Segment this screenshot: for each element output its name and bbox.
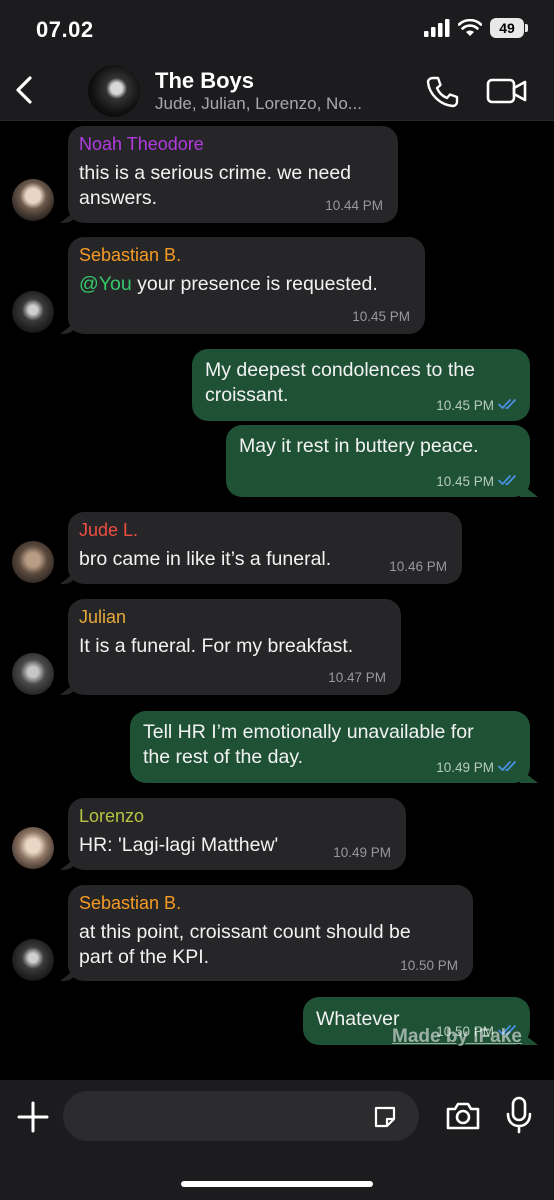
mention[interactable]: @You (79, 273, 132, 295)
sender-name: Noah Theodore (79, 134, 204, 154)
message-bubble[interactable]: May it rest in buttery peace. 10.45 PM (226, 425, 530, 497)
avatar-sebastian[interactable] (12, 939, 54, 981)
message-line: Tell HR I’m emotionally unavailable for (143, 721, 474, 743)
message-time: 10.45 PM (436, 398, 494, 413)
plus-icon[interactable] (16, 1100, 50, 1134)
message-text: It is a funeral. For my breakfast. (79, 634, 353, 659)
message-time: 10.47 PM (328, 670, 386, 685)
message-text: @You your presence is requested. (79, 272, 378, 297)
group-title[interactable]: The Boys (155, 68, 254, 94)
message-time: 10.50 PM (400, 958, 458, 973)
composer-bar (0, 1080, 554, 1200)
message-line: the rest of the day. (143, 746, 304, 768)
message-time: 10.49 PM (436, 760, 494, 775)
message-bubble[interactable]: Tell HR I’m emotionally unavailable for … (130, 711, 530, 783)
message-time: 10.44 PM (325, 198, 383, 213)
group-avatar[interactable] (88, 65, 140, 117)
avatar-julian[interactable] (12, 653, 54, 695)
avatar-noah[interactable] (12, 179, 54, 221)
sender-name: Sebastian B. (79, 893, 182, 913)
sender-name: Lorenzo (79, 806, 145, 826)
double-check-icon (498, 399, 516, 410)
double-check-icon (498, 761, 516, 772)
message-line: your presence is requested. (131, 273, 378, 295)
message-line: My deepest condolences to the (205, 359, 475, 381)
camera-icon[interactable] (445, 1100, 481, 1132)
message-bubble[interactable]: Sebastian B. at this point, croissant co… (68, 885, 473, 981)
phone-icon[interactable] (424, 74, 460, 110)
message-line: bro came in like it’s a funeral. (79, 548, 332, 570)
video-camera-icon[interactable] (486, 76, 528, 106)
status-bar: 07.02 49 (0, 0, 554, 60)
sender-name: Jude L. (79, 520, 139, 540)
status-time: 07.02 (36, 17, 94, 42)
message-text: bro came in like it’s a funeral. (79, 547, 331, 572)
message-text: at this point, croissant count should be… (79, 920, 411, 970)
message-line: Whatever (316, 1008, 400, 1030)
sender-name: Julian (79, 607, 127, 627)
message-input[interactable] (63, 1091, 419, 1141)
microphone-icon[interactable] (505, 1096, 533, 1134)
message-line: this is a serious crime. we need (79, 162, 352, 184)
message-text: Tell HR I’m emotionally unavailable for … (143, 720, 474, 770)
message-line: at this point, croissant count should be (79, 921, 411, 943)
message-bubble[interactable]: My deepest condolences to the croissant.… (192, 349, 530, 421)
message-time: 10.45 PM (436, 474, 494, 489)
message-time: 10.49 PM (333, 845, 391, 860)
message-line: croissant. (205, 384, 289, 406)
wifi-icon (458, 19, 482, 36)
message-bubble[interactable]: Sebastian B. @You your presence is reque… (68, 237, 425, 334)
avatar-jude[interactable] (12, 541, 54, 583)
battery-icon: 49 (490, 18, 528, 38)
message-bubble[interactable]: Julian It is a funeral. For my breakfast… (68, 599, 401, 695)
message-line: part of the KPI. (79, 946, 210, 968)
status-icons: 49 (424, 18, 528, 38)
message-line: HR: 'Lagi-lagi Matthew' (79, 834, 279, 856)
message-line: It is a funeral. For my breakfast. (79, 635, 354, 657)
chat-header: The Boys Jude, Julian, Lorenzo, No... (0, 60, 554, 121)
avatar-sebastian[interactable] (12, 291, 54, 333)
avatar-lorenzo[interactable] (12, 827, 54, 869)
sticker-icon[interactable] (372, 1104, 398, 1130)
message-bubble[interactable]: Noah Theodore this is a serious crime. w… (68, 126, 398, 223)
message-time: 10.45 PM (352, 309, 410, 324)
message-bubble[interactable]: Jude L. bro came in like it’s a funeral.… (68, 512, 462, 584)
message-text: HR: 'Lagi-lagi Matthew' (79, 833, 278, 858)
message-text: May it rest in buttery peace. (239, 434, 479, 459)
back-chevron-icon[interactable] (10, 72, 42, 108)
message-list[interactable]: Noah Theodore this is a serious crime. w… (0, 121, 554, 1080)
message-text: this is a serious crime. we need answers… (79, 161, 351, 211)
home-indicator[interactable] (181, 1181, 373, 1187)
message-text: Whatever (316, 1007, 399, 1032)
message-line: answers. (79, 187, 158, 209)
signal-icon (424, 19, 450, 37)
group-members[interactable]: Jude, Julian, Lorenzo, No... (155, 94, 417, 114)
message-line: May it rest in buttery peace. (239, 435, 479, 457)
sender-name: Sebastian B. (79, 245, 182, 265)
watermark: Made by iFake (392, 1026, 522, 1047)
double-check-icon (498, 475, 516, 486)
message-text: My deepest condolences to the croissant. (205, 358, 475, 408)
message-bubble[interactable]: Lorenzo HR: 'Lagi-lagi Matthew' 10.49 PM (68, 798, 406, 870)
message-time: 10.46 PM (389, 559, 447, 574)
